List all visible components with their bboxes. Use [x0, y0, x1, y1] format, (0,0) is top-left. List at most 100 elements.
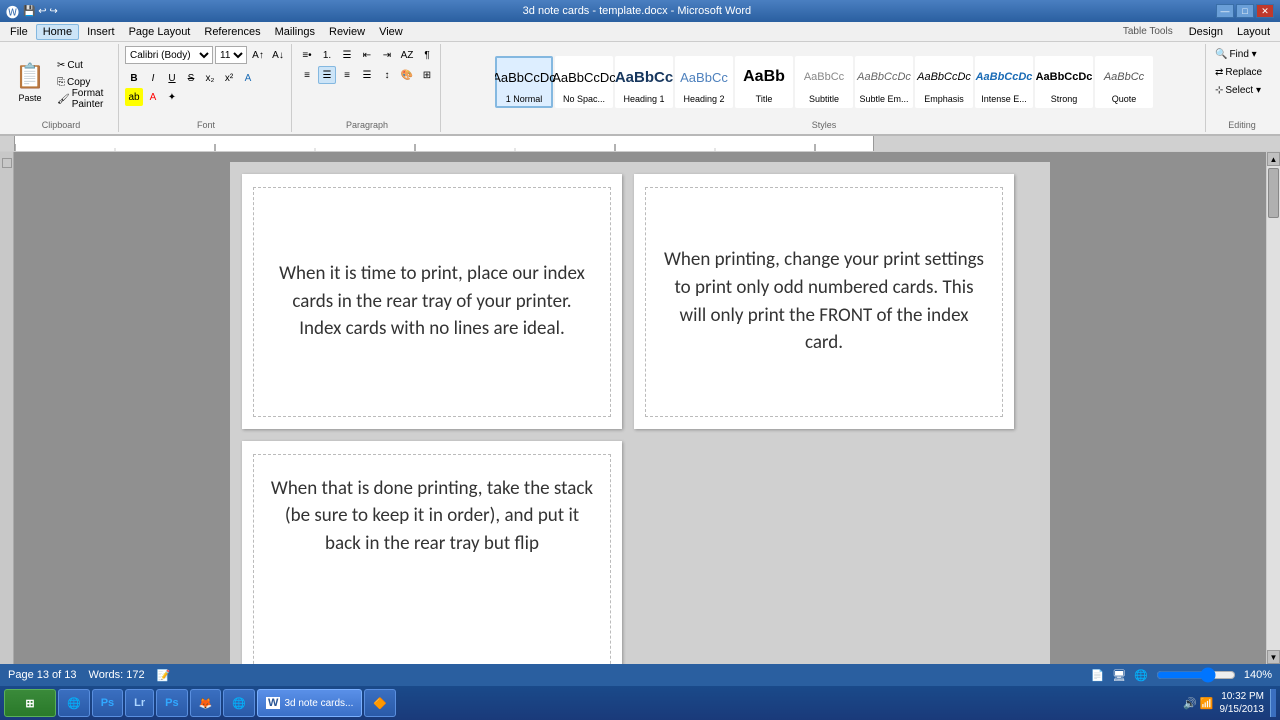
card-container-3[interactable]: When that is done printing, take the sta…: [242, 441, 622, 664]
taskbar-vlc[interactable]: 🔶: [364, 689, 396, 717]
show-para-button[interactable]: ¶: [418, 46, 436, 64]
taskbar-word[interactable]: W 3d note cards...: [257, 689, 362, 717]
scrollbar-vertical[interactable]: ▲ ▼: [1266, 152, 1280, 664]
format-painter-label: Format Painter: [72, 88, 111, 110]
font-size-select[interactable]: 11 12 14 16: [215, 46, 247, 64]
cut-button[interactable]: ✂Cut: [54, 57, 114, 73]
format-painter-button[interactable]: 🖌Format Painter: [54, 91, 114, 107]
taskbar-ps2[interactable]: Ps: [156, 689, 187, 717]
find-button[interactable]: 🔍 Find ▾: [1212, 46, 1272, 62]
view-print-btn[interactable]: 📄: [1090, 669, 1104, 682]
sort-button[interactable]: AZ: [398, 46, 416, 64]
clipboard-group: 📋 Paste ✂Cut ⎘Copy 🖌Format Painter Clipb…: [4, 44, 119, 132]
ruler-scrollbar-space: [1266, 136, 1280, 151]
card-container-1[interactable]: When it is time to print, place our inde…: [242, 174, 622, 429]
taskbar-lightroom[interactable]: Lr: [125, 689, 154, 717]
scroll-down-button[interactable]: ▼: [1267, 650, 1280, 664]
superscript-button[interactable]: x²: [220, 69, 238, 87]
grow-font-button[interactable]: A↑: [249, 46, 267, 64]
menu-file[interactable]: File: [4, 25, 34, 39]
taskbar-photoshop[interactable]: Ps: [92, 689, 123, 717]
ruler-inner: [14, 136, 874, 151]
start-button[interactable]: ⊞: [4, 689, 56, 717]
taskbar-chrome[interactable]: 🌐: [223, 689, 255, 717]
firefox-icon: 🦊: [199, 697, 213, 710]
menu-references[interactable]: References: [198, 25, 266, 39]
taskbar: ⊞ 🌐 Ps Lr Ps 🦊 🌐 W 3d note cards... 🔶 🔊 …: [0, 686, 1280, 720]
shading-button[interactable]: 🎨: [398, 66, 416, 84]
select-button[interactable]: ⊹ Select ▾: [1212, 82, 1272, 98]
cut-icon: ✂: [57, 60, 65, 71]
scroll-up-button[interactable]: ▲: [1267, 152, 1280, 166]
page-status: Page 13 of 13: [8, 669, 77, 681]
para-bottom-row: ≡ ☰ ≡ ☰ ↕ 🎨 ⊞: [298, 66, 436, 84]
menu-design[interactable]: Design: [1183, 25, 1229, 39]
align-center-button[interactable]: ☰: [318, 66, 336, 84]
align-right-button[interactable]: ≡: [338, 66, 356, 84]
menu-layout[interactable]: Layout: [1231, 25, 1276, 39]
style-title[interactable]: AaBb Title: [735, 56, 793, 108]
style-strong[interactable]: AaBbCcDc Strong: [1035, 56, 1093, 108]
paste-button[interactable]: 📋 Paste: [8, 56, 52, 108]
font-color-button[interactable]: A: [144, 88, 162, 106]
view-web-btn[interactable]: 🌐: [1134, 669, 1148, 682]
strikethrough-button[interactable]: S: [182, 69, 200, 87]
minimize-button[interactable]: —: [1216, 4, 1234, 18]
menu-insert[interactable]: Insert: [81, 25, 121, 39]
style-normal[interactable]: AaBbCcDc 1 Normal: [495, 56, 553, 108]
style-no-spacing[interactable]: AaBbCcDc No Spac...: [555, 56, 613, 108]
highlight-button[interactable]: ab: [125, 88, 143, 106]
underline-button[interactable]: U: [163, 69, 181, 87]
styles-label: Styles: [812, 118, 837, 130]
maximize-button[interactable]: □: [1236, 4, 1254, 18]
paste-label: Paste: [18, 93, 41, 103]
numbering-button[interactable]: 1.: [318, 46, 336, 64]
align-left-button[interactable]: ≡: [298, 66, 316, 84]
subscript-button[interactable]: x₂: [201, 69, 219, 87]
style-strong-preview: AaBbCcDc: [1039, 60, 1089, 94]
view-fullscreen-btn[interactable]: 🖥: [1112, 669, 1126, 682]
paste-icon: 📋: [15, 62, 45, 91]
shrink-font-button[interactable]: A↓: [269, 46, 287, 64]
style-quote[interactable]: AaBbCc Quote: [1095, 56, 1153, 108]
menu-mailings[interactable]: Mailings: [269, 25, 321, 39]
style-intense-e[interactable]: AaBbCcDc Intense E...: [975, 56, 1033, 108]
style-subtitle[interactable]: AaBbCc Subtitle: [795, 56, 853, 108]
document-map-toggle[interactable]: [2, 158, 12, 168]
line-spacing-button[interactable]: ↕: [378, 66, 396, 84]
decrease-indent-button[interactable]: ⇤: [358, 46, 376, 64]
font-name-select[interactable]: Calibri (Body): [125, 46, 213, 64]
table-tools-label: Table Tools: [1123, 26, 1181, 37]
close-button[interactable]: ✕: [1256, 4, 1274, 18]
clear-format-button[interactable]: ✦: [163, 88, 181, 106]
title-bar-controls[interactable]: — □ ✕: [1216, 4, 1274, 18]
text-effects-button[interactable]: A: [239, 69, 257, 87]
editing-content: 🔍 Find ▾ ⇄ Replace ⊹ Select ▾: [1212, 46, 1272, 118]
multilevel-button[interactable]: ☰: [338, 46, 356, 64]
menu-view[interactable]: View: [373, 25, 409, 39]
style-heading2[interactable]: AaBbCc Heading 2: [675, 56, 733, 108]
bold-button[interactable]: B: [125, 69, 143, 87]
menu-review[interactable]: Review: [323, 25, 371, 39]
menu-home[interactable]: Home: [36, 24, 79, 40]
document-area[interactable]: When it is time to print, place our inde…: [14, 152, 1266, 664]
style-normal-label: 1 Normal: [506, 94, 543, 104]
taskbar-firefox[interactable]: 🦊: [190, 689, 222, 717]
card-container-2[interactable]: When printing, change your print setting…: [634, 174, 1014, 429]
justify-button[interactable]: ☰: [358, 66, 376, 84]
select-icon: ⊹: [1215, 85, 1223, 96]
style-emphasis[interactable]: AaBbCcDc Emphasis: [915, 56, 973, 108]
menu-page-layout[interactable]: Page Layout: [123, 25, 197, 39]
word-taskbar-label: 3d note cards...: [284, 698, 353, 709]
zoom-slider[interactable]: [1156, 670, 1236, 680]
style-heading1[interactable]: AaBbCc Heading 1: [615, 56, 673, 108]
bullets-button[interactable]: ≡•: [298, 46, 316, 64]
taskbar-ie[interactable]: 🌐: [58, 689, 90, 717]
show-desktop-btn[interactable]: [1270, 689, 1276, 717]
increase-indent-button[interactable]: ⇥: [378, 46, 396, 64]
italic-button[interactable]: I: [144, 69, 162, 87]
replace-button[interactable]: ⇄ Replace: [1212, 64, 1272, 80]
scroll-thumb[interactable]: [1268, 168, 1279, 218]
style-subtle-em[interactable]: AaBbCcDc Subtle Em...: [855, 56, 913, 108]
border-button[interactable]: ⊞: [418, 66, 436, 84]
